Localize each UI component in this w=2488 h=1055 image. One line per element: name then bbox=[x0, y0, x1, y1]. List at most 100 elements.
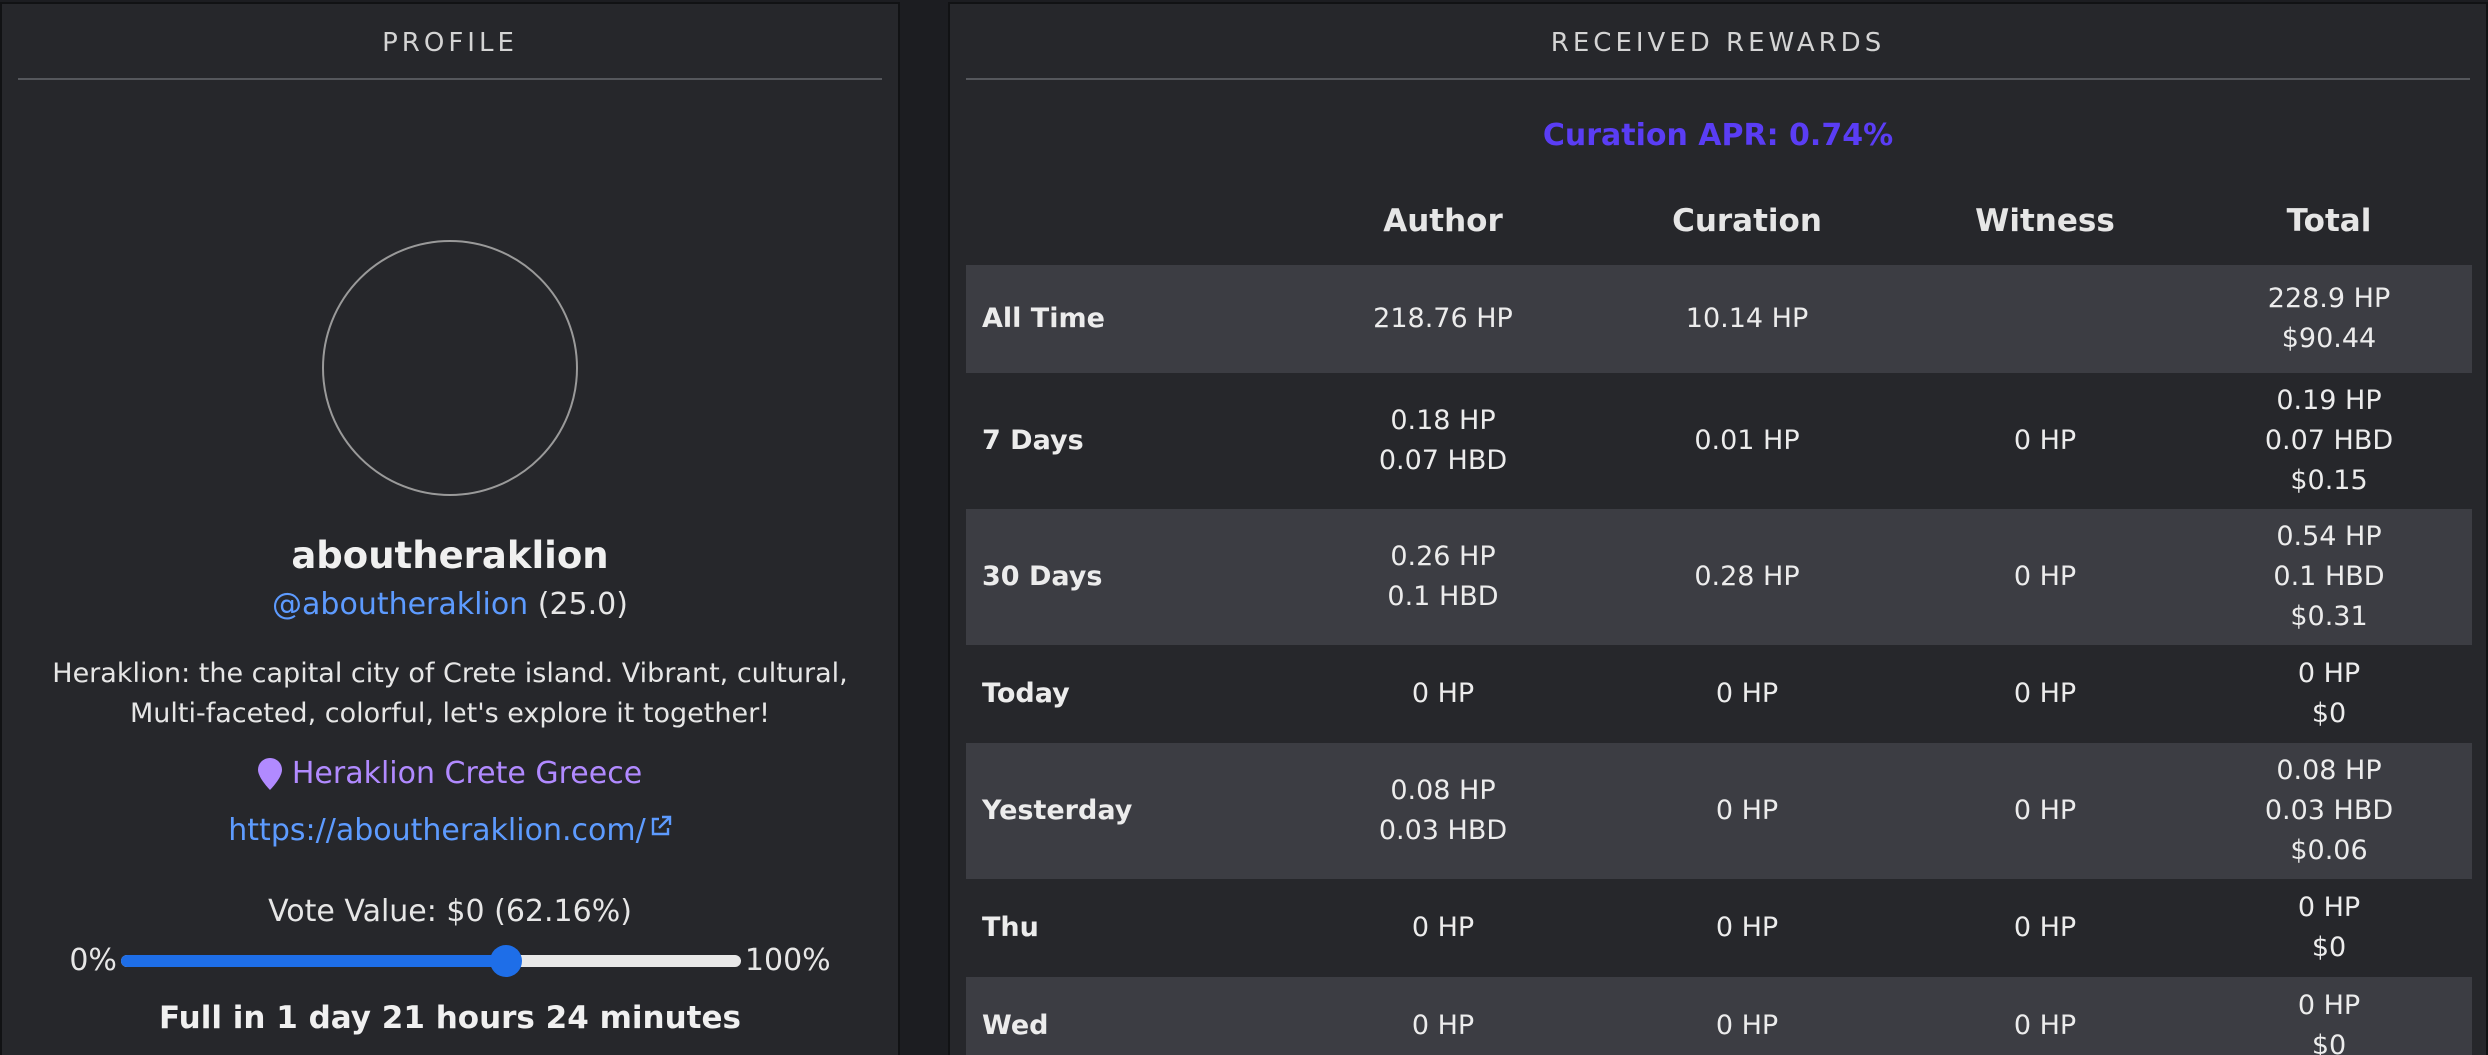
column-header-author: Author bbox=[1383, 203, 1503, 239]
rewards-panel: RECEIVED REWARDS Curation APR: 0.74% Aut… bbox=[948, 2, 2488, 1055]
location-text: Heraklion Crete Greece bbox=[291, 756, 643, 791]
reputation: (25.0) bbox=[537, 587, 628, 622]
table-row: Thu 0 HP 0 HP 0 HP 0 HP $0 bbox=[966, 879, 2472, 977]
vote-slider-row: 0% 100% bbox=[2, 943, 898, 978]
row-label: Thu bbox=[982, 912, 1039, 943]
location: Heraklion Crete Greece bbox=[2, 756, 898, 791]
row-label: 7 Days bbox=[982, 425, 1084, 456]
cell-witness: 0 HP bbox=[1904, 509, 2186, 645]
external-link-icon[interactable] bbox=[650, 815, 672, 837]
rewards-header: RECEIVED REWARDS bbox=[966, 4, 2470, 80]
cell-value: 0.03 HBD bbox=[2264, 795, 2394, 826]
cell-witness: 0 HP bbox=[1904, 645, 2186, 743]
cell-value: $0 bbox=[2311, 932, 2347, 963]
cell-value: 0 HP bbox=[2013, 912, 2077, 943]
cell-witness: 0 HP bbox=[1904, 743, 2186, 879]
handle-line: @aboutheraklion (25.0) bbox=[2, 587, 898, 622]
table-row: All Time 218.76 HP 10.14 HP 228.9 HP $90.44 bbox=[966, 265, 2472, 373]
cell-value: 218.76 HP bbox=[1373, 303, 1513, 334]
cell-value: 0 HP bbox=[2013, 678, 2077, 709]
full-in-text: Full in 1 day 21 hours 24 minutes bbox=[159, 1000, 741, 1036]
cell-author: 218.76 HP bbox=[1296, 265, 1590, 373]
curation-apr: Curation APR: 0.74% bbox=[1542, 118, 1894, 153]
cell-total: 0 HP $0 bbox=[2186, 645, 2472, 743]
table-row: Today 0 HP 0 HP 0 HP 0 HP $0 bbox=[966, 645, 2472, 743]
cell-value: $90.44 bbox=[2281, 323, 2377, 354]
cell-curation: 0 HP bbox=[1590, 645, 1904, 743]
website-link[interactable]: https://aboutheraklion.com/ bbox=[228, 813, 645, 848]
column-header-label bbox=[966, 177, 1296, 265]
cell-value: 0 HP bbox=[1411, 1010, 1475, 1041]
cell-value: 0 HP bbox=[2297, 658, 2361, 689]
cell-value: 0.18 HP bbox=[1390, 405, 1496, 436]
row-label: Today bbox=[982, 678, 1070, 709]
column-header-witness: Witness bbox=[1975, 203, 2115, 239]
cell-total: 0 HP $0 bbox=[2186, 879, 2472, 977]
profile-body: aboutheraklion @aboutheraklion (25.0) He… bbox=[2, 240, 898, 1036]
cell-curation: 0.01 HP bbox=[1590, 373, 1904, 509]
row-label: Yesterday bbox=[966, 743, 1296, 879]
row-label: Wed bbox=[966, 977, 1296, 1055]
cell-author: 0.26 HP 0.1 HBD bbox=[1296, 509, 1590, 645]
cell-value: 0 HP bbox=[2297, 892, 2361, 923]
vote-slider-thumb[interactable] bbox=[490, 944, 523, 977]
cell-value: 0 HP bbox=[1715, 678, 1779, 709]
cell-witness: 0 HP bbox=[1904, 373, 2186, 509]
cell-total: 0.19 HP 0.07 HBD $0.15 bbox=[2186, 373, 2472, 509]
vote-slider[interactable] bbox=[120, 944, 741, 977]
cell-witness: 0 HP bbox=[1904, 879, 2186, 977]
cell-value: 0.07 HBD bbox=[1378, 445, 1508, 476]
cell-value: $0 bbox=[2311, 1030, 2347, 1055]
cell-witness: 0 HP bbox=[1904, 977, 2186, 1055]
cell-value: 0 HP bbox=[2013, 1010, 2077, 1041]
vote-slider-fill bbox=[120, 954, 507, 967]
cell-value: 0.08 HP bbox=[2276, 755, 2382, 786]
cell-author: 0 HP bbox=[1296, 977, 1590, 1055]
table-row: Yesterday 0.08 HP 0.03 HBD 0 HP 0 HP 0.08 HP 0… bbox=[966, 743, 2472, 879]
cell-value: $0 bbox=[2311, 698, 2347, 729]
cell-value: 0 HP bbox=[2013, 795, 2077, 826]
cell-value: 0 HP bbox=[1715, 795, 1779, 826]
cell-author: 0.08 HP 0.03 HBD bbox=[1296, 743, 1590, 879]
rewards-table-body: All Time 218.76 HP 10.14 HP 228.9 HP $90.44 7… bbox=[966, 265, 2472, 1055]
cell-value: 0 HP bbox=[2013, 425, 2077, 456]
table-header-row: Author Curation Witness Total bbox=[966, 177, 2472, 265]
column-header-curation: Curation bbox=[1672, 203, 1822, 239]
table-row: Wed 0 HP 0 HP 0 HP 0 HP $0 bbox=[966, 977, 2472, 1055]
cell-total: 0.54 HP 0.1 HBD $0.31 bbox=[2186, 509, 2472, 645]
profile-header: PROFILE bbox=[18, 4, 882, 80]
cell-value: 0.01 HP bbox=[1694, 425, 1800, 456]
row-label: 30 Days bbox=[966, 509, 1296, 645]
cell-curation: 0.28 HP bbox=[1590, 509, 1904, 645]
cell-value: 0.07 HBD bbox=[2264, 425, 2394, 456]
cell-value: 0 HP bbox=[1715, 912, 1779, 943]
cell-total: 228.9 HP $90.44 bbox=[2186, 265, 2472, 373]
table-row: 30 Days 0.26 HP 0.1 HBD 0.28 HP 0 HP 0.54 HP 0… bbox=[966, 509, 2472, 645]
cell-value: $0.06 bbox=[2290, 835, 2368, 866]
cell-value: 0 HP bbox=[1715, 1010, 1779, 1041]
cell-value: 0 HP bbox=[2297, 990, 2361, 1021]
slider-max-label: 100% bbox=[744, 943, 831, 978]
cell-author: 0.18 HP 0.07 HBD bbox=[1296, 373, 1590, 509]
about-text: Heraklion: the capital city of Crete isl… bbox=[52, 658, 848, 729]
cell-value: 0.03 HBD bbox=[1378, 815, 1508, 846]
cell-value: 0.26 HP bbox=[1390, 541, 1496, 572]
cell-value: $0.31 bbox=[2290, 601, 2368, 632]
cell-author: 0 HP bbox=[1296, 645, 1590, 743]
profile-panel: PROFILE aboutheraklion @aboutheraklion (… bbox=[0, 2, 900, 1055]
cell-value: 0.1 HBD bbox=[2273, 561, 2385, 592]
cell-author: 0 HP bbox=[1296, 879, 1590, 977]
cell-value: 0.19 HP bbox=[2276, 385, 2382, 416]
cell-value: 0.08 HP bbox=[1390, 775, 1496, 806]
cell-witness bbox=[1904, 265, 2186, 373]
cell-value: 228.9 HP bbox=[2267, 283, 2391, 314]
cell-value: 10.14 HP bbox=[1685, 303, 1809, 334]
column-header-total: Total bbox=[2286, 203, 2372, 239]
display-name: aboutheraklion bbox=[291, 534, 609, 577]
cell-value: 0 HP bbox=[1411, 912, 1475, 943]
avatar[interactable] bbox=[322, 240, 578, 496]
handle-link[interactable]: @aboutheraklion bbox=[272, 587, 528, 622]
cell-value: 0.28 HP bbox=[1694, 561, 1800, 592]
cell-curation: 0 HP bbox=[1590, 743, 1904, 879]
cell-curation: 0 HP bbox=[1590, 879, 1904, 977]
